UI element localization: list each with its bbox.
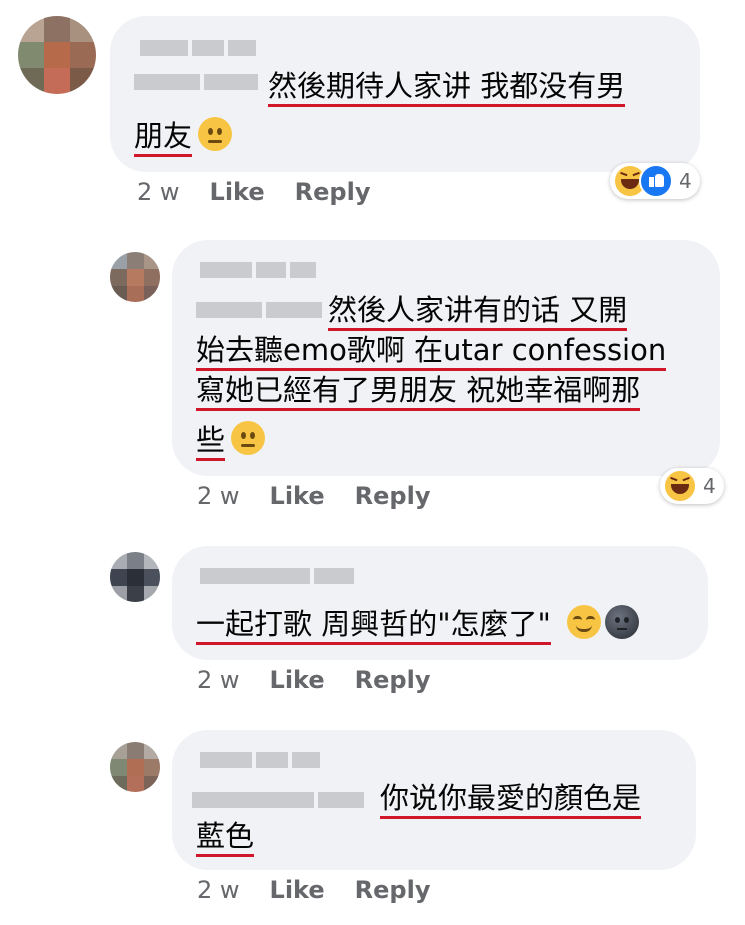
author-name-redacted <box>192 792 368 808</box>
avatar[interactable] <box>110 252 160 302</box>
comment-text: 然後人家讲有的话 又開 <box>328 293 628 331</box>
reaction-count: 4 <box>679 169 692 193</box>
comment-bubble: 然後人家讲有的话 又開 始去聽emo歌啊 在utar confession 寫她… <box>172 240 720 476</box>
timestamp[interactable]: 2 w <box>137 178 180 206</box>
relieved-face-icon <box>566 605 601 639</box>
author-name-redacted[interactable] <box>200 568 358 584</box>
timestamp[interactable]: 2 w <box>197 876 240 904</box>
new-moon-face-icon <box>604 605 639 639</box>
comment-text: 朋友 <box>134 119 193 157</box>
author-name-redacted[interactable] <box>140 40 260 56</box>
timestamp[interactable]: 2 w <box>197 666 240 694</box>
comment-text: 始去聽emo歌啊 在utar confession <box>196 333 667 371</box>
avatar[interactable] <box>110 552 160 602</box>
reply-button[interactable]: Reply <box>355 876 431 904</box>
neutral-face-icon <box>198 117 233 151</box>
comment-bubble: 一起打歌 周興哲的"怎麼了" <box>172 546 708 660</box>
like-button[interactable]: Like <box>270 876 325 904</box>
comment-bubble: 然後期待人家讲 我都没有男 朋友 <box>110 16 700 172</box>
author-name-redacted[interactable] <box>200 262 320 278</box>
reaction-summary[interactable]: 4 <box>660 468 724 504</box>
author-name-redacted <box>134 74 262 90</box>
comment-actions: 2 w Like Reply <box>137 178 370 206</box>
comment-text: 你说你最愛的顏色是 <box>380 781 642 819</box>
like-button[interactable]: Like <box>210 178 265 206</box>
author-name-redacted <box>196 302 326 318</box>
like-button[interactable]: Like <box>270 666 325 694</box>
timestamp[interactable]: 2 w <box>197 482 240 510</box>
like-button[interactable]: Like <box>270 482 325 510</box>
reaction-summary[interactable]: 4 <box>610 163 700 199</box>
avatar[interactable] <box>18 16 96 94</box>
reaction-count: 4 <box>703 474 716 498</box>
comment-actions: 2 w Like Reply <box>197 482 430 510</box>
neutral-face-icon <box>231 421 266 455</box>
comment-text: 些 <box>196 423 226 461</box>
comment-actions: 2 w Like Reply <box>197 666 430 694</box>
reply-button[interactable]: Reply <box>355 482 431 510</box>
comment-actions: 2 w Like Reply <box>197 876 430 904</box>
comment-bubble: 你说你最愛的顏色是 藍色 <box>172 730 696 870</box>
like-reaction-icon <box>639 164 673 198</box>
comment-text: 一起打歌 周興哲的"怎麼了" <box>196 607 551 645</box>
haha-reaction-icon <box>663 469 697 503</box>
comment-text: 藍色 <box>196 819 255 857</box>
author-name-redacted[interactable] <box>200 752 324 768</box>
reply-button[interactable]: Reply <box>355 666 431 694</box>
comment-text: 寫她已經有了男朋友 祝她幸福啊那 <box>196 373 641 411</box>
reply-button[interactable]: Reply <box>295 178 371 206</box>
comment-text: 然後期待人家讲 我都没有男 <box>268 69 626 107</box>
avatar[interactable] <box>110 742 160 792</box>
